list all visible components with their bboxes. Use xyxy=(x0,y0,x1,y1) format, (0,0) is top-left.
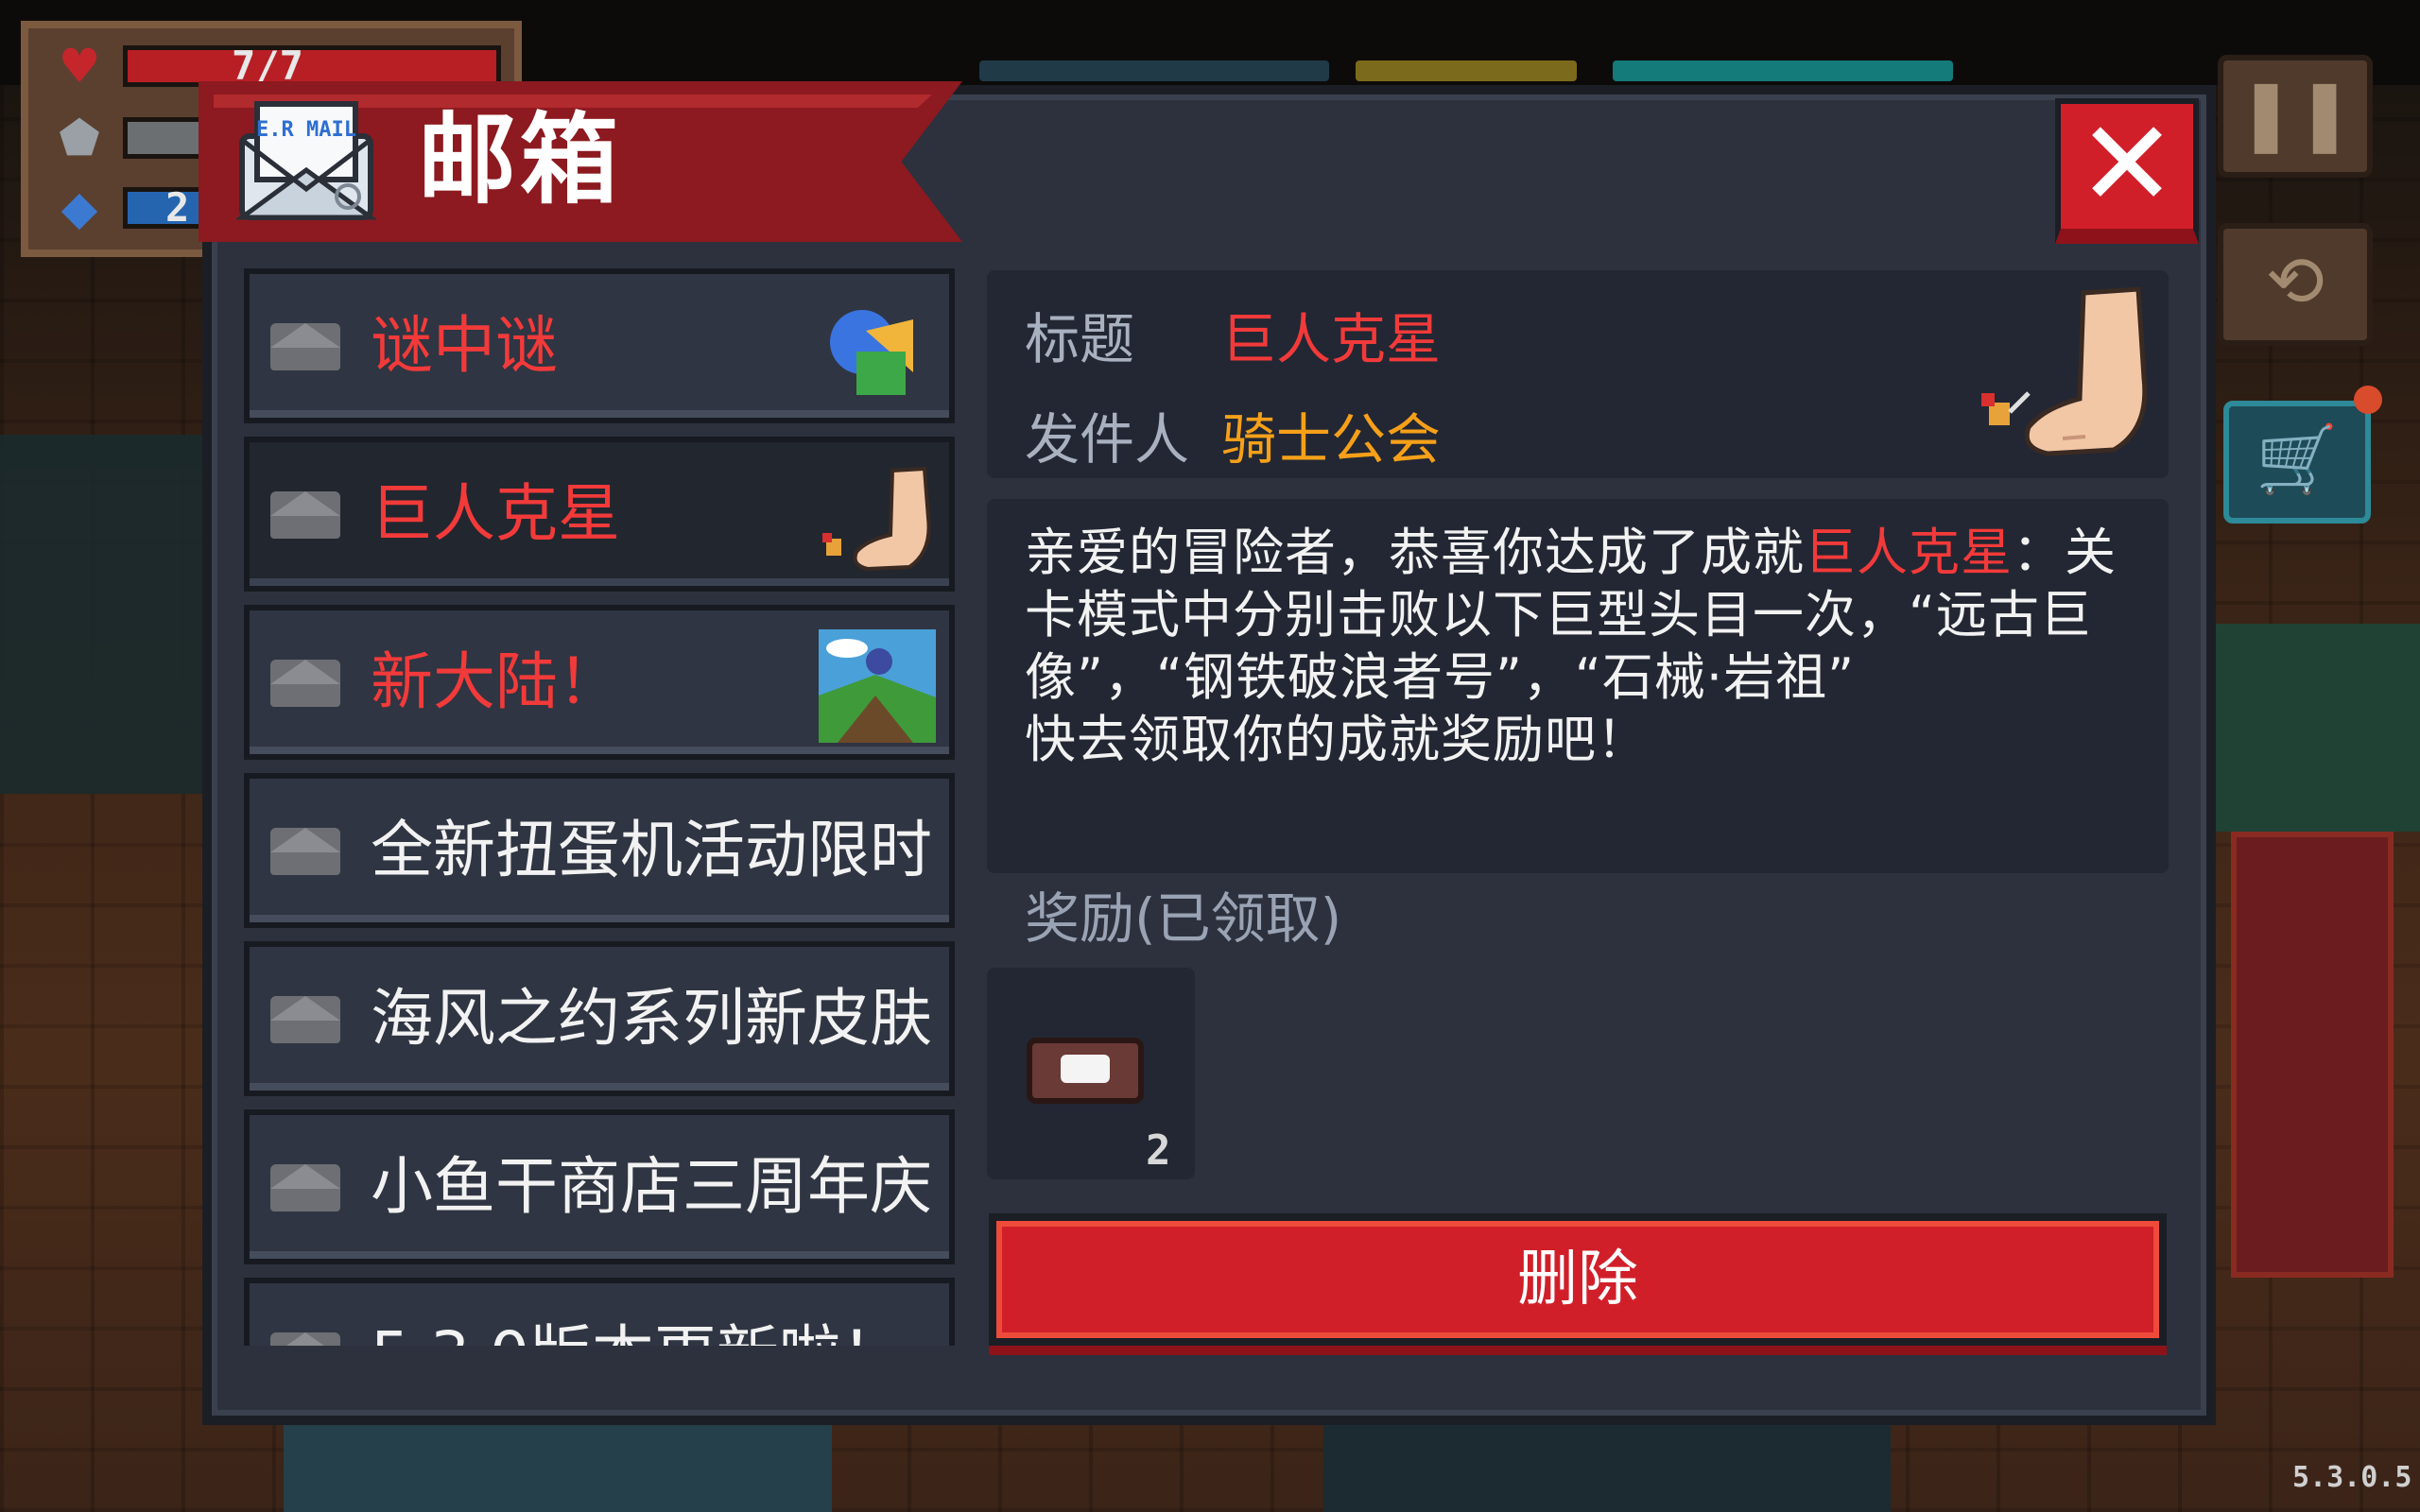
envelope-icon xyxy=(270,1164,340,1211)
envelope-icon xyxy=(270,996,340,1043)
island-map-icon xyxy=(819,629,936,743)
envelope-icon xyxy=(270,828,340,875)
heart-icon: ♥ xyxy=(58,39,101,94)
hp-bar: 7/7 xyxy=(123,45,501,87)
giant-foot-icon xyxy=(822,466,931,572)
mail-item[interactable]: 谜中谜 xyxy=(244,268,955,423)
title-label: 标题 xyxy=(1025,307,1135,371)
version-label: 5.3.0.5 xyxy=(2292,1461,2412,1494)
close-button[interactable]: ✕ xyxy=(2055,98,2199,244)
background-left-wall xyxy=(0,435,208,794)
swap-character-button[interactable]: ⟲ xyxy=(2218,223,2373,346)
envelope-icon xyxy=(270,491,340,539)
mail-item-label: 海风之约系列新皮肤 xyxy=(371,982,932,1055)
body-text-pre: 亲爱的冒险者，恭喜你达成了成就 xyxy=(1025,523,1805,582)
background-right-cabinet xyxy=(2212,624,2420,832)
giant-foot-icon xyxy=(1981,287,2148,456)
crystal-icon: ◆ xyxy=(60,180,98,235)
mailbox-title: 邮箱 xyxy=(418,102,623,217)
mail-item[interactable]: 全新扭蛋机活动限时 xyxy=(244,773,955,928)
envelope-icon xyxy=(270,1332,340,1346)
mail-item[interactable]: 巨人克星 xyxy=(244,437,955,592)
mail-body-panel: 亲爱的冒险者，恭喜你达成了成就巨人克星：关卡模式中分别击败以下巨型头目一次，“远… xyxy=(987,499,2169,873)
mail-envelope-icon: E.R MAIL xyxy=(236,101,376,220)
reward-count: 2 xyxy=(1146,1126,1171,1175)
mail-item-label: 小鱼干商店三周年庆 xyxy=(371,1150,932,1223)
mail-item[interactable]: 海风之约系列新皮肤 xyxy=(244,941,955,1096)
reward-title: 奖励(已领取) xyxy=(1025,886,1342,951)
mail-item[interactable]: 小鱼干商店三周年庆 xyxy=(244,1109,955,1264)
mail-list[interactable]: 谜中谜 巨人克星 新大陆！ 全新扭蛋机活动限时 海风之约系列新皮肤 小鱼干商店三… xyxy=(244,268,957,1346)
envelope-text: E.R MAIL xyxy=(256,118,356,142)
pause-button[interactable]: ❚❚ xyxy=(2218,55,2373,178)
delete-button[interactable]: 删除 xyxy=(989,1213,2167,1346)
notification-dot xyxy=(2354,386,2382,414)
mail-item[interactable]: 新大陆！ xyxy=(244,605,955,760)
shop-cart-button[interactable]: 🛒 xyxy=(2223,401,2371,524)
top-ornament xyxy=(979,60,1329,81)
reward-slot: 2 xyxy=(987,968,1195,1179)
shapes-icon xyxy=(830,310,913,395)
background-rug xyxy=(2231,832,2394,1278)
envelope-icon xyxy=(270,660,340,707)
title-value: 巨人克星 xyxy=(1221,307,1442,371)
mail-body-text: 亲爱的冒险者，恭喜你达成了成就巨人克星：关卡模式中分别击败以下巨型头目一次，“远… xyxy=(1025,522,2150,771)
ticket-icon xyxy=(1027,1038,1144,1104)
mail-item-label: 全新扭蛋机活动限时 xyxy=(371,814,932,886)
body-text-highlight: 巨人克星 xyxy=(1805,523,2013,582)
shield-icon: ⬟ xyxy=(59,111,100,165)
sender-value: 骑士公会 xyxy=(1221,407,1442,472)
top-teal-bar xyxy=(1613,60,1953,81)
body-text-last: 快去领取你的成就奖励吧！ xyxy=(1025,710,1649,769)
mail-item[interactable]: 5.3.0版本更新啦！ xyxy=(244,1278,955,1346)
envelope-icon xyxy=(270,323,340,370)
sender-label: 发件人 xyxy=(1025,407,1190,472)
mail-item-label: 5.3.0版本更新啦！ xyxy=(371,1283,938,1346)
top-gold-bar xyxy=(1356,60,1577,81)
